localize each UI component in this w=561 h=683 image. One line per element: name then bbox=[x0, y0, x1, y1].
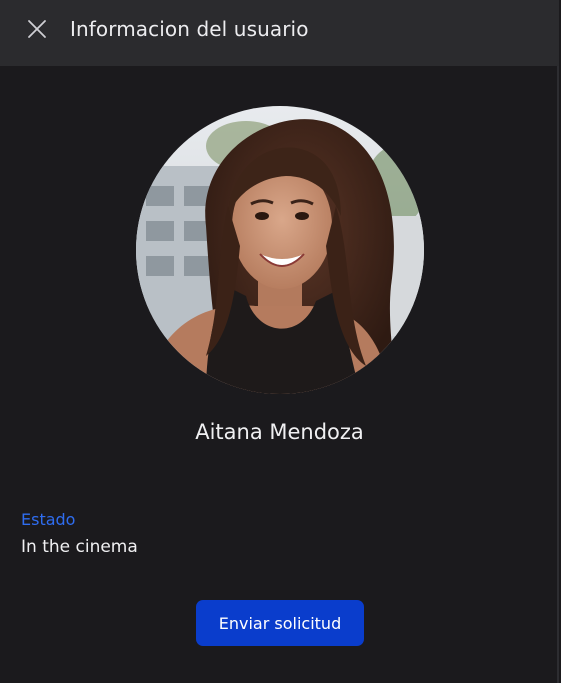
close-button[interactable] bbox=[24, 16, 50, 42]
user-info-panel: Informacion del usuario Aitana Mendoza E… bbox=[0, 0, 559, 683]
panel-header: Informacion del usuario bbox=[0, 0, 559, 66]
user-name: Aitana Mendoza bbox=[195, 420, 364, 444]
status-label: Estado bbox=[21, 510, 76, 529]
send-request-button[interactable]: Enviar solicitud bbox=[196, 600, 364, 646]
avatar-photo bbox=[136, 106, 424, 394]
close-icon bbox=[28, 20, 46, 38]
avatar bbox=[136, 106, 424, 394]
status-value: In the cinema bbox=[21, 537, 138, 557]
panel-title: Informacion del usuario bbox=[70, 17, 309, 41]
